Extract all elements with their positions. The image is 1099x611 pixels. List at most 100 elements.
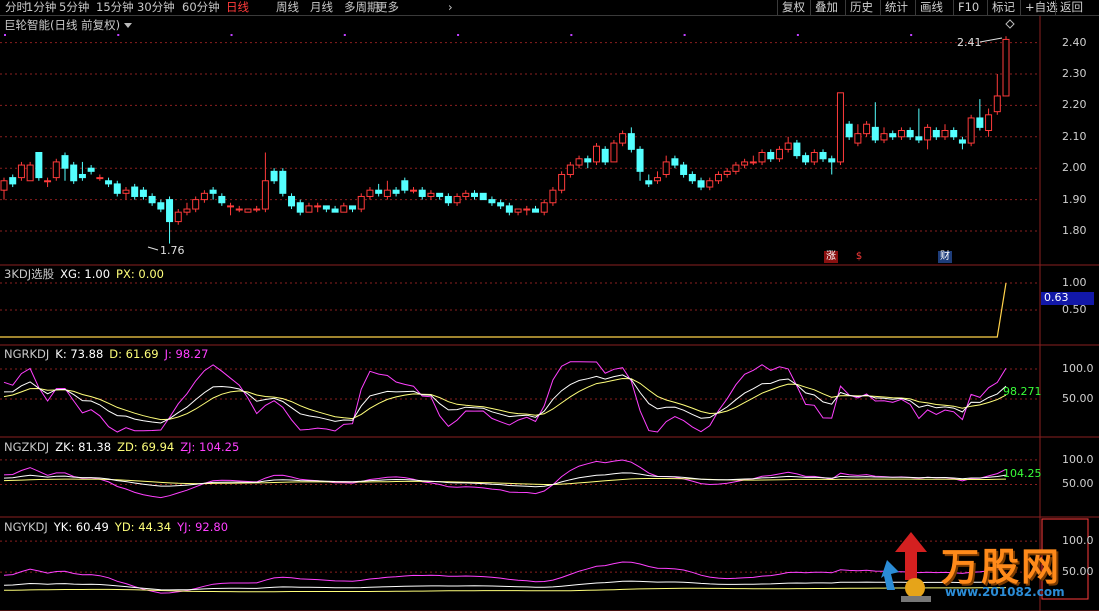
timeframe-tab[interactable]: 60分钟 — [182, 0, 220, 15]
candle-body — [985, 114, 993, 132]
candle-body — [802, 155, 810, 163]
timeframe-tab[interactable]: 1分钟 — [26, 0, 56, 15]
event-dot — [230, 34, 233, 36]
low-leader — [147, 246, 159, 251]
watermark-logo-icon — [881, 532, 931, 602]
candle-body — [131, 186, 139, 197]
candle-body — [601, 148, 609, 163]
event-dot — [343, 34, 346, 36]
timeframe-tab[interactable]: 15分钟 — [96, 0, 134, 15]
candle-body — [122, 189, 130, 194]
candle-body — [732, 164, 740, 172]
candle-body — [993, 95, 1001, 113]
candle-body — [505, 205, 513, 213]
indicator-name: NGZKDJ — [4, 440, 50, 454]
candle-body — [889, 133, 897, 138]
y-tick-label: 2.30 — [1062, 66, 1087, 80]
diamond-icon — [1005, 19, 1015, 29]
candle-body — [540, 202, 548, 213]
candle-body — [192, 199, 200, 210]
candle-body — [436, 192, 444, 197]
high-price-label: 2.41 — [957, 36, 982, 49]
candle-body — [78, 173, 86, 179]
ngzkdj-d-line — [3, 478, 1007, 485]
candle-body — [314, 205, 322, 208]
stock-name: 巨轮智能(日线 前复权) — [4, 18, 121, 32]
candle-body — [479, 192, 487, 201]
dollar-marker[interactable]: $ — [852, 251, 866, 263]
toolbar-button[interactable]: 标记 — [987, 0, 1019, 15]
candle-body — [349, 205, 357, 210]
timeframe-tab[interactable]: 分时 — [5, 0, 28, 15]
event-dot — [796, 34, 799, 36]
toolbar-button[interactable]: F10 — [953, 0, 983, 15]
toolbar-button[interactable]: 统计 — [880, 0, 912, 15]
toolbar-button[interactable]: 画线 — [915, 0, 947, 15]
zhang-marker[interactable]: 涨 — [824, 251, 838, 263]
candle-body — [497, 202, 505, 207]
event-dot — [683, 34, 686, 36]
candle-body — [139, 189, 147, 197]
candle-body — [697, 180, 705, 188]
timeframe-tab[interactable]: 周线 — [276, 0, 299, 15]
cai-marker[interactable]: 财 — [938, 251, 952, 263]
candle-body — [784, 142, 792, 150]
candle-body — [653, 177, 661, 182]
candle-body — [375, 189, 383, 194]
low-price-label: 1.76 — [160, 244, 185, 257]
candle-body — [680, 164, 688, 175]
candle-body — [610, 142, 618, 163]
candle-body — [296, 202, 304, 213]
chevron-down-icon[interactable] — [124, 23, 133, 28]
candle-body — [253, 208, 261, 211]
y-tick-label: 0.50 — [1062, 303, 1087, 316]
candle-body — [462, 192, 470, 197]
watermark-url: www.201082.com — [945, 585, 1065, 599]
candle-body — [880, 133, 888, 141]
candle-body — [514, 208, 522, 213]
candle-body — [366, 189, 374, 197]
y-tick-label: 1.00 — [1062, 276, 1087, 289]
candle-body — [401, 180, 409, 191]
candle-body — [235, 208, 243, 211]
y-tick-label: 1.80 — [1062, 224, 1087, 237]
timeframe-tab[interactable]: 月线 — [310, 0, 333, 15]
candle-body — [157, 202, 165, 210]
candle-body — [26, 164, 34, 182]
candle-body — [828, 158, 836, 163]
chevron-right-icon[interactable]: › — [448, 0, 453, 15]
candle-body — [924, 126, 932, 141]
candle-body — [958, 139, 966, 144]
ngykdj-panel-title: NGYKDJ YK: 60.49 YD: 44.34 YJ: 92.80 — [4, 520, 228, 534]
timeframe-tab[interactable]: 更多 — [376, 0, 399, 15]
yj-value: YJ: 92.80 — [177, 520, 229, 534]
candle-body — [410, 189, 418, 192]
d-value: D: 61.69 — [109, 347, 159, 361]
xg-value: XG: 1.00 — [60, 267, 111, 281]
candle-body — [854, 133, 862, 144]
candle-body — [166, 199, 174, 223]
candle-body — [418, 189, 426, 197]
timeframe-tab[interactable]: 5分钟 — [59, 0, 89, 15]
timeframe-tab[interactable]: 30分钟 — [137, 0, 175, 15]
candle-body — [584, 158, 592, 163]
toolbar-button[interactable]: 复权 — [777, 0, 809, 15]
candle-body — [758, 151, 766, 163]
candle-body — [174, 211, 182, 223]
candle-body — [767, 151, 775, 160]
candle-body — [96, 177, 104, 180]
candle-body — [17, 164, 25, 179]
toolbar-button[interactable]: 历史 — [845, 0, 877, 15]
timeframe-tab[interactable]: 日线 — [226, 0, 249, 15]
main-panel-title[interactable]: 巨轮智能(日线 前复权) — [4, 18, 133, 32]
event-dot — [910, 34, 913, 36]
candle-body — [941, 130, 949, 138]
candle-body — [714, 173, 722, 182]
candle-body — [322, 205, 330, 210]
toolbar-button[interactable]: 叠加 — [810, 0, 842, 15]
y-tick-label: 100.0 — [1062, 452, 1094, 466]
timeframe-tab[interactable]: 多周期 — [344, 0, 379, 15]
candle-body — [270, 170, 278, 182]
indicator-name: NGRKDJ — [4, 347, 50, 361]
toolbar-button[interactable]: 返回 — [1055, 0, 1087, 15]
